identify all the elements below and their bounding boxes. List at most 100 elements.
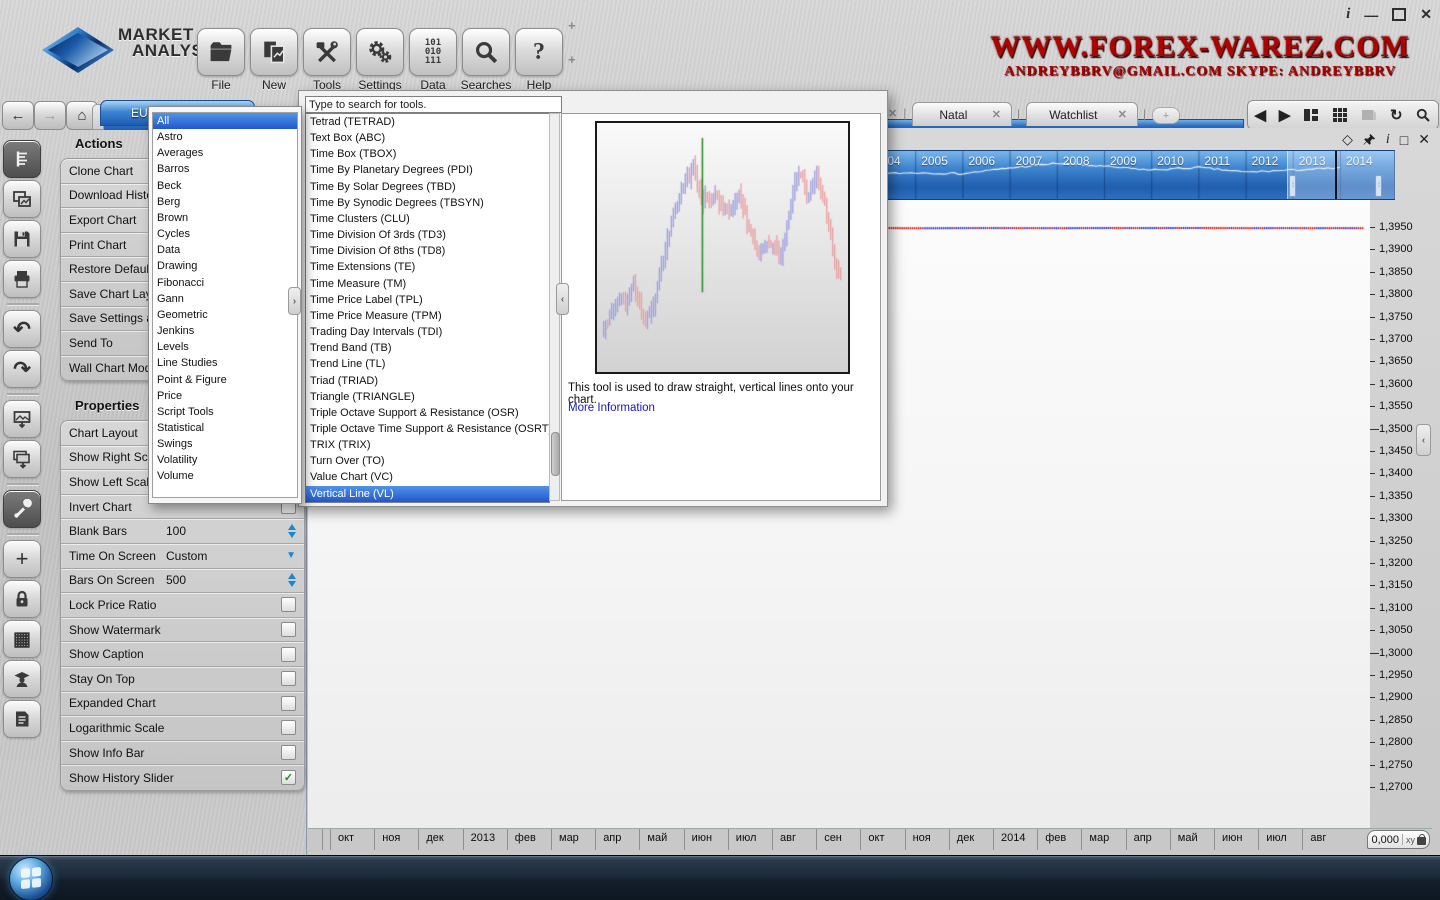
- tool-item[interactable]: Time By Synodic Degrees (TBSYN): [306, 195, 549, 211]
- collapse-preview-button[interactable]: ‹: [556, 283, 569, 315]
- checkbox[interactable]: [281, 745, 296, 761]
- scale-lock-control[interactable]: 0,000 xy: [1367, 830, 1430, 849]
- category-item[interactable]: Volatility: [153, 452, 297, 468]
- category-item[interactable]: Barros: [153, 161, 297, 177]
- grid-view-icon[interactable]: [1332, 107, 1348, 123]
- toolbar-help-button[interactable]: ?: [515, 28, 563, 76]
- search-icon[interactable]: [1415, 107, 1431, 123]
- tool-item[interactable]: Triple Octave Support & Resistance (OSR): [306, 405, 549, 421]
- undo-button[interactable]: ↶: [3, 310, 41, 348]
- tool-item[interactable]: Time Price Label (TPL): [306, 292, 549, 308]
- property-lock-price-ratio[interactable]: Lock Price Ratio: [61, 593, 304, 618]
- close-icon[interactable]: ✕: [1420, 6, 1432, 23]
- tab-natal[interactable]: Natal ✕: [912, 102, 1012, 126]
- category-item[interactable]: Berg: [153, 194, 297, 210]
- property-time-on-screen[interactable]: Time On Screen Custom ▼: [61, 544, 304, 569]
- category-item[interactable]: Averages: [153, 145, 297, 161]
- stepper-control[interactable]: [288, 524, 296, 539]
- tab-close-icon[interactable]: ✕: [888, 107, 897, 120]
- history-grip-left[interactable]: ⦙: [1289, 175, 1296, 197]
- toolbar-settings-button[interactable]: [356, 28, 404, 76]
- category-item[interactable]: Script Tools: [153, 404, 297, 420]
- category-item[interactable]: Drawing: [153, 258, 297, 274]
- grid-button[interactable]: ▦: [3, 620, 41, 658]
- category-item[interactable]: Statistical: [153, 420, 297, 436]
- tool-item[interactable]: Text Box (ABC): [306, 130, 549, 146]
- collapse-price-axis-button[interactable]: ‹: [1416, 424, 1431, 456]
- tool-item[interactable]: Triangle (TRIANGLE): [306, 389, 549, 405]
- property-stay-on-top[interactable]: Stay On Top: [61, 667, 304, 692]
- minimize-icon[interactable]: —: [1364, 7, 1378, 23]
- property-show-info-bar[interactable]: Show Info Bar: [61, 741, 304, 766]
- property-value[interactable]: Custom: [166, 549, 207, 563]
- prev-chart-icon[interactable]: ◀: [1254, 108, 1266, 123]
- wrench-button[interactable]: [3, 490, 41, 528]
- category-item[interactable]: Jenkins: [153, 323, 297, 339]
- info-icon[interactable]: i: [1346, 6, 1350, 23]
- tool-item[interactable]: Time Box (TBOX): [306, 146, 549, 162]
- chart-close-icon[interactable]: ✕: [1418, 131, 1430, 148]
- category-item[interactable]: All: [153, 113, 297, 130]
- property-show-history-slider[interactable]: Show History Slider ✓: [61, 765, 304, 790]
- tool-item[interactable]: Time Measure (TM): [306, 276, 549, 292]
- checkbox[interactable]: [281, 622, 296, 638]
- checkbox[interactable]: [281, 695, 296, 711]
- stepper-control[interactable]: [288, 573, 296, 588]
- property-show-caption[interactable]: Show Caption: [61, 642, 304, 667]
- lock-button[interactable]: [3, 580, 41, 618]
- tool-item[interactable]: Trend Line (TL): [306, 356, 549, 372]
- report-button[interactable]: [3, 700, 41, 738]
- tool-item[interactable]: Time By Solar Degrees (TBD): [306, 179, 549, 195]
- windows-start-button[interactable]: [9, 857, 53, 900]
- next-chart-icon[interactable]: ▶: [1279, 108, 1291, 123]
- category-item[interactable]: Fibonacci: [153, 275, 297, 291]
- print-button[interactable]: [3, 260, 41, 298]
- category-item[interactable]: Beck: [153, 178, 297, 194]
- tool-search-input[interactable]: [305, 96, 562, 113]
- new-tab-button[interactable]: +: [1152, 107, 1180, 124]
- tool-item[interactable]: Time Extensions (TE): [306, 259, 549, 275]
- step-down-icon[interactable]: [288, 532, 296, 539]
- checkbox[interactable]: ✓: [281, 770, 296, 786]
- property-value[interactable]: 500: [166, 573, 186, 587]
- toolbar-tools-button[interactable]: [303, 28, 351, 76]
- category-item[interactable]: Cycles: [153, 226, 297, 242]
- maximize-icon[interactable]: [1392, 8, 1407, 21]
- chart-mode-button[interactable]: [3, 140, 41, 178]
- refresh-icon[interactable]: ↻: [1390, 108, 1403, 123]
- more-information-link[interactable]: More Information: [568, 402, 655, 414]
- property-bars-on-screen[interactable]: Bars On Screen 500: [61, 569, 304, 594]
- export-images-button[interactable]: [3, 440, 41, 478]
- tool-item[interactable]: Time Division Of 3rds (TD3): [306, 227, 549, 243]
- property-value[interactable]: 100: [166, 524, 186, 538]
- expand-categories-button[interactable]: ›: [288, 287, 301, 315]
- category-item[interactable]: Line Studies: [153, 355, 297, 371]
- step-down-icon[interactable]: [288, 581, 296, 588]
- clone-picture-button[interactable]: [3, 180, 41, 218]
- property-show-watermark[interactable]: Show Watermark: [61, 618, 304, 643]
- toolbar-new-button[interactable]: [250, 28, 298, 76]
- scrollbar-thumb[interactable]: [551, 432, 560, 476]
- chart-info-icon[interactable]: i: [1386, 132, 1390, 148]
- dropdown-chevron-icon[interactable]: ▼: [286, 550, 296, 561]
- checkbox[interactable]: [281, 646, 296, 662]
- nav-back-button[interactable]: ←: [2, 101, 34, 130]
- tool-item[interactable]: Trend Band (TB): [306, 340, 549, 356]
- time-axis[interactable]: 0,000 xy окт ноя дек 2013 фев мар апр май июн июл…: [308, 828, 1432, 851]
- toolbar-file-button[interactable]: [197, 28, 245, 76]
- redo-button[interactable]: ↷: [3, 350, 41, 388]
- property-blank-bars[interactable]: Blank Bars 100: [61, 519, 304, 544]
- add-button[interactable]: +: [3, 540, 41, 578]
- tool-item[interactable]: Time Price Measure (TPM): [306, 308, 549, 324]
- tool-item[interactable]: TRIX (TRIX): [306, 437, 549, 453]
- tool-item[interactable]: Triple Octave Time Support & Resistance …: [306, 421, 549, 437]
- tool-item[interactable]: Value Chart (VC): [306, 469, 549, 485]
- tool-item[interactable]: Time By Planetary Degrees (PDI): [306, 162, 549, 178]
- category-item[interactable]: Geometric: [153, 307, 297, 323]
- category-item[interactable]: Brown: [153, 210, 297, 226]
- tool-item[interactable]: Time Clusters (CLU): [306, 211, 549, 227]
- category-item[interactable]: Swings: [153, 436, 297, 452]
- category-item[interactable]: Price: [153, 388, 297, 404]
- tool-item[interactable]: Turn Over (TO): [306, 453, 549, 469]
- tool-item[interactable]: Trading Day Intervals (TDI): [306, 324, 549, 340]
